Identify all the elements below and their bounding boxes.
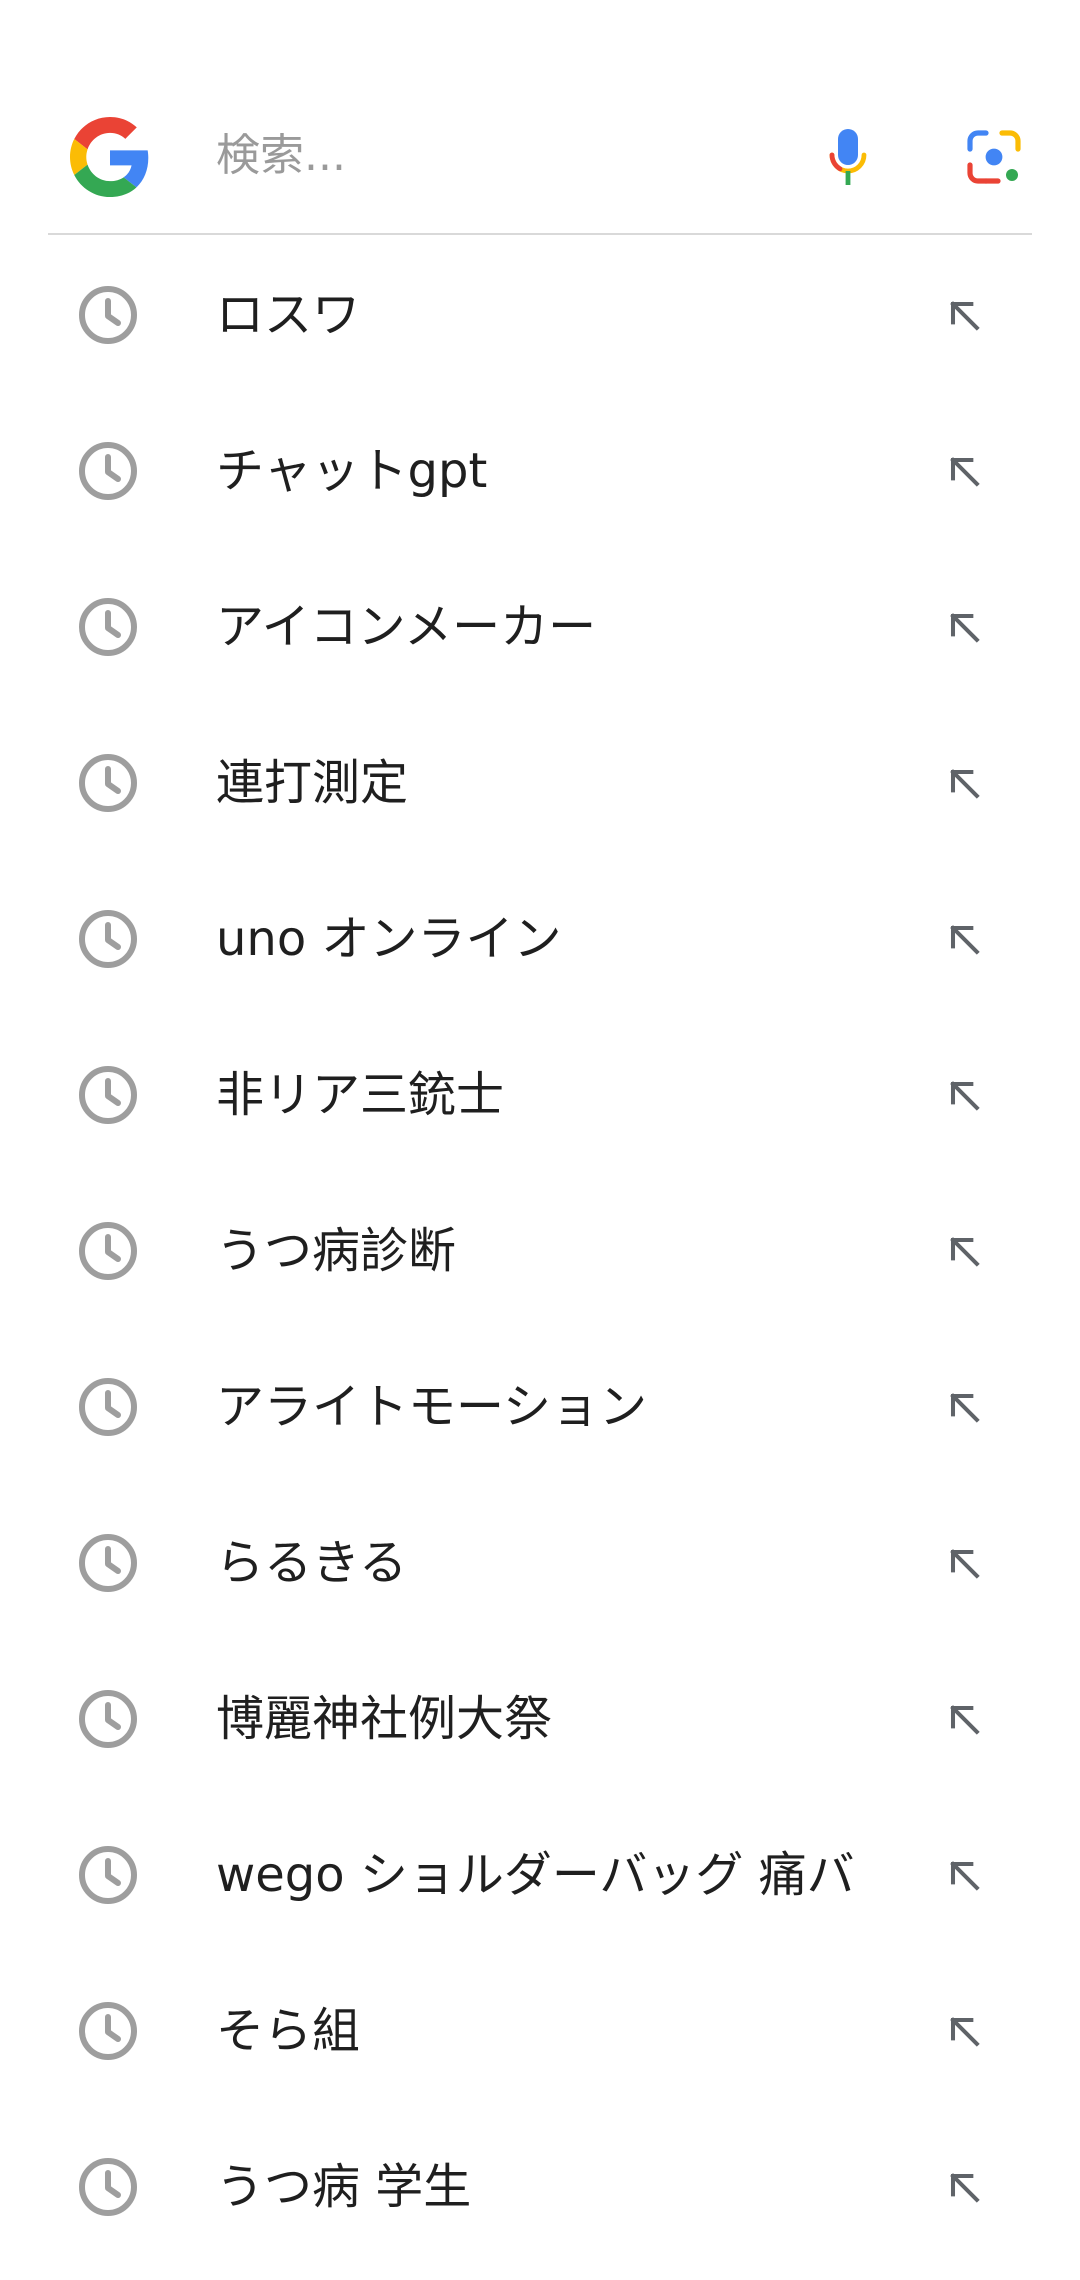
history-item[interactable]: uno オンライン (0, 861, 1080, 1017)
history-item-label: チャットgpt (216, 443, 488, 499)
history-item[interactable]: そら組 (0, 1953, 1080, 2109)
history-item[interactable]: チャットgpt (0, 393, 1080, 549)
clock-icon (79, 442, 137, 500)
voice-search-button[interactable] (808, 117, 888, 197)
clock-icon (79, 1222, 137, 1280)
arrow-up-left-icon (950, 925, 980, 955)
mic-icon (829, 129, 867, 185)
fill-query-button[interactable] (934, 1221, 994, 1281)
arrow-up-left-icon (950, 2173, 980, 2203)
arrow-up-left-icon (950, 1237, 980, 1267)
search-history-list: ロスワ チャットgpt アイコンメーカー 連打測定 uno オンライン 非リア三… (0, 237, 1080, 2265)
google-g-icon (70, 117, 149, 197)
fill-query-button[interactable] (934, 2001, 994, 2061)
history-item[interactable]: うつ病診断 (0, 1173, 1080, 1329)
history-item[interactable]: wego ショルダーバッグ 痛バ (0, 1797, 1080, 1953)
history-item[interactable]: 博麗神社例大祭 (0, 1641, 1080, 1797)
history-item-label: 博麗神社例大祭 (216, 1691, 553, 1747)
fill-query-button[interactable] (934, 1845, 994, 1905)
history-item-label: ロスワ (216, 287, 361, 343)
history-item[interactable]: うつ病 学生 (0, 2109, 1080, 2265)
clock-icon (79, 286, 137, 344)
fill-query-button[interactable] (934, 597, 994, 657)
search-input[interactable] (216, 123, 776, 187)
history-item-label: wego ショルダーバッグ 痛バ (216, 1847, 855, 1903)
clock-icon (79, 1846, 137, 1904)
clock-icon (79, 1690, 137, 1748)
history-item[interactable]: ロスワ (0, 237, 1080, 393)
arrow-up-left-icon (950, 457, 980, 487)
history-item-label: 連打測定 (216, 755, 409, 811)
fill-query-button[interactable] (934, 1377, 994, 1437)
google-lens-icon (967, 130, 1021, 184)
fill-query-button[interactable] (934, 2157, 994, 2217)
history-item-label: らるきる (216, 1535, 408, 1591)
fill-query-button[interactable] (934, 441, 994, 501)
fill-query-button[interactable] (934, 1533, 994, 1593)
history-item-label: うつ病診断 (216, 1223, 457, 1279)
arrow-up-left-icon (950, 1081, 980, 1111)
history-item-label: そら組 (216, 2003, 361, 2059)
history-item[interactable]: 連打測定 (0, 705, 1080, 861)
arrow-up-left-icon (950, 1549, 980, 1579)
clock-icon (79, 1378, 137, 1436)
arrow-up-left-icon (950, 1861, 980, 1891)
fill-query-button[interactable] (934, 909, 994, 969)
clock-icon (79, 910, 137, 968)
clock-icon (79, 598, 137, 656)
history-item-label: uno オンライン (216, 911, 562, 967)
history-item-label: うつ病 学生 (216, 2159, 472, 2215)
clock-icon (79, 2158, 137, 2216)
history-item[interactable]: アイコンメーカー (0, 549, 1080, 705)
arrow-up-left-icon (950, 613, 980, 643)
history-item-label: アイコンメーカー (216, 599, 597, 655)
arrow-up-left-icon (950, 301, 980, 331)
search-bar (48, 85, 1032, 235)
history-item[interactable]: アライトモーション (0, 1329, 1080, 1485)
history-item[interactable]: らるきる (0, 1485, 1080, 1641)
arrow-up-left-icon (950, 2017, 980, 2047)
google-lens-button[interactable] (954, 117, 1034, 197)
fill-query-button[interactable] (934, 1689, 994, 1749)
history-item[interactable]: 非リア三銃士 (0, 1017, 1080, 1173)
history-item-label: アライトモーション (216, 1379, 648, 1435)
fill-query-button[interactable] (934, 285, 994, 345)
clock-icon (79, 754, 137, 812)
clock-icon (79, 2002, 137, 2060)
fill-query-button[interactable] (934, 753, 994, 813)
clock-icon (79, 1534, 137, 1592)
clock-icon (79, 1066, 137, 1124)
arrow-up-left-icon (950, 769, 980, 799)
history-item-label: 非リア三銃士 (216, 1067, 505, 1123)
fill-query-button[interactable] (934, 1065, 994, 1125)
arrow-up-left-icon (950, 1393, 980, 1423)
arrow-up-left-icon (950, 1705, 980, 1735)
